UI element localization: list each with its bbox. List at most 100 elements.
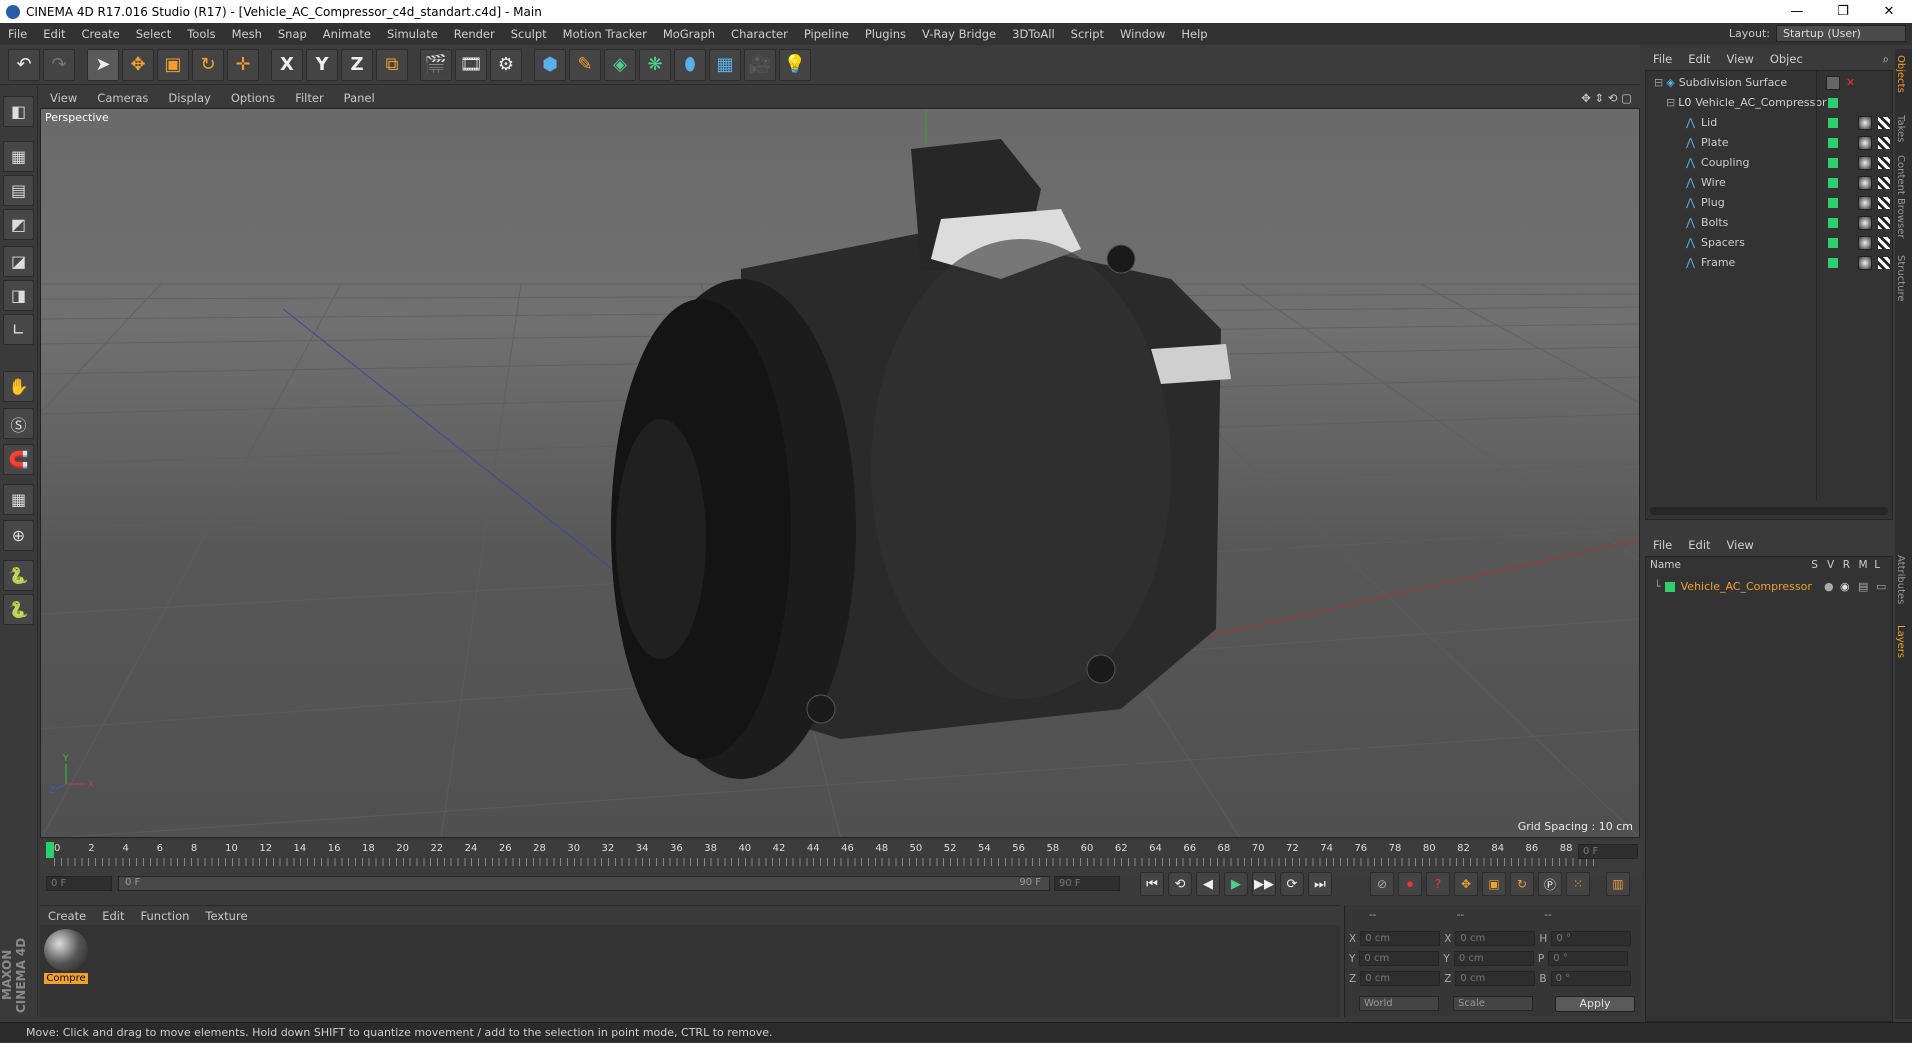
menu-edit[interactable]: Edit	[35, 27, 73, 41]
viewport-menu-view[interactable]: View	[40, 91, 87, 105]
menu-plugins[interactable]: Plugins	[857, 27, 914, 41]
coordinate-system-icon[interactable]: ⧉	[376, 48, 408, 81]
edges-mode-icon[interactable]: ◨	[3, 280, 34, 311]
workplane-icon[interactable]: ◩	[3, 209, 34, 240]
menu-script[interactable]: Script	[1063, 27, 1112, 41]
texture-mode-icon[interactable]: ▤	[3, 175, 34, 206]
layout-dropdown[interactable]: Startup (User)	[1776, 25, 1906, 42]
snapping-icon[interactable]: 🧲	[3, 444, 34, 475]
menu-sculpt[interactable]: Sculpt	[503, 27, 555, 41]
menu-simulate[interactable]: Simulate	[379, 27, 446, 41]
floor-icon[interactable]: ▦	[709, 48, 741, 81]
texture-tag-icon[interactable]	[1878, 116, 1890, 129]
object-row[interactable]: ⋀ Frame	[1646, 253, 1892, 272]
disabled-icon[interactable]: ✕	[1846, 76, 1855, 89]
render-settings-icon[interactable]: ⚙	[490, 48, 522, 81]
rotation-h-field[interactable]: 0 °	[1551, 931, 1632, 946]
lm-menu-edit[interactable]: Edit	[1680, 538, 1718, 552]
texture-tag-icon[interactable]	[1878, 256, 1890, 269]
object-row[interactable]: ⊟ L0 Vehicle_AC_Compressor	[1646, 93, 1892, 112]
end-frame-field[interactable]: 90 F	[1054, 876, 1120, 891]
menu-create[interactable]: Create	[74, 27, 128, 41]
menu-snap[interactable]: Snap	[270, 27, 315, 41]
material-tag-icon[interactable]	[1858, 215, 1872, 230]
play-icon[interactable]: ▶	[1224, 872, 1248, 896]
parameter-key-icon[interactable]: Ⓟ	[1538, 872, 1562, 896]
record-key-icon[interactable]: ⊘	[1370, 872, 1394, 896]
undo-icon[interactable]: ↶	[8, 48, 40, 81]
render-view-icon[interactable]: 🎬	[420, 48, 452, 81]
next-frame-icon[interactable]: ▶▶	[1252, 872, 1276, 896]
go-to-end-icon[interactable]: ⏭	[1308, 872, 1332, 896]
texture-tag-icon[interactable]	[1878, 176, 1890, 189]
lock-workplane-icon[interactable]: ⊕	[3, 520, 34, 551]
scale-key-icon[interactable]: ▣	[1482, 872, 1506, 896]
menu-tools[interactable]: Tools	[179, 27, 223, 41]
x-axis-icon[interactable]: X	[271, 48, 303, 81]
menu-animate[interactable]: Animate	[315, 27, 379, 41]
menu-mograph[interactable]: MoGraph	[655, 27, 723, 41]
render-picture-viewer-icon[interactable]: 🎞	[455, 48, 487, 81]
material-tag-icon[interactable]	[1858, 115, 1872, 130]
point-level-icon[interactable]: ⁙	[1566, 872, 1590, 896]
object-row[interactable]: ⋀ Spacers	[1646, 233, 1892, 252]
points-mode-icon[interactable]: ◪	[3, 246, 34, 277]
size-x-field[interactable]: 0 cm	[1455, 931, 1536, 946]
object-row[interactable]: ⋀ Lid	[1646, 113, 1892, 132]
tweak-icon[interactable]: Ⓢ	[3, 408, 34, 439]
viewport-menu-display[interactable]: Display	[158, 91, 220, 105]
menu-vray-bridge[interactable]: V-Ray Bridge	[914, 27, 1004, 41]
restore-button[interactable]: ❐	[1820, 0, 1866, 23]
scale-tool-icon[interactable]: ▣	[157, 48, 189, 81]
solo-icon[interactable]: ●	[1824, 580, 1834, 593]
object-row[interactable]: ⋀ Plate	[1646, 133, 1892, 152]
subdivision-icon[interactable]: ◈	[604, 48, 636, 81]
texture-tag-icon[interactable]	[1878, 216, 1890, 229]
object-row[interactable]: ⊟ ◈ Subdivision Surface ✕	[1646, 73, 1892, 92]
layer-row[interactable]: └ Vehicle_AC_Compressor ● ◉ ▤ ▭	[1646, 577, 1892, 596]
collapse-icon[interactable]: ⊟	[1654, 76, 1663, 89]
menu-file[interactable]: File	[0, 27, 35, 41]
material-menu-edit[interactable]: Edit	[94, 909, 132, 923]
om-menu-objects[interactable]: Objec	[1762, 52, 1811, 66]
python-script-icon[interactable]: 🐍	[3, 560, 34, 591]
menu-select[interactable]: Select	[128, 27, 179, 41]
material-menu-texture[interactable]: Texture	[197, 909, 255, 923]
size-mode-dropdown[interactable]: Scale	[1453, 996, 1533, 1011]
position-y-field[interactable]: 0 cm	[1359, 951, 1440, 966]
minimize-button[interactable]: —	[1774, 0, 1820, 23]
autokey-icon[interactable]: ⏺	[1398, 872, 1422, 896]
tab-structure[interactable]: Structure	[1895, 255, 1906, 555]
material-tag-icon[interactable]	[1858, 235, 1872, 250]
menu-window[interactable]: Window	[1112, 27, 1173, 41]
material-tag-icon[interactable]	[1858, 195, 1872, 210]
position-key-icon[interactable]: ✥	[1454, 872, 1478, 896]
texture-tag-icon[interactable]	[1878, 136, 1890, 149]
position-x-field[interactable]: 0 cm	[1360, 931, 1441, 946]
redo-icon[interactable]: ↷	[43, 48, 75, 81]
cube-icon[interactable]: ⬢	[534, 48, 566, 81]
material-tag-icon[interactable]	[1858, 255, 1872, 270]
current-frame-field[interactable]: 0 F	[1578, 844, 1638, 859]
select-tool-icon[interactable]: ➤	[87, 48, 119, 81]
layer-color-swatch[interactable]	[1664, 581, 1675, 592]
object-row[interactable]: ⋀ Coupling	[1646, 153, 1892, 172]
pen-icon[interactable]: ✎	[569, 48, 601, 81]
deformer-icon[interactable]: ⬮	[674, 48, 706, 81]
perspective-viewport[interactable]: Y X Z Perspective Grid Spacing : 10 cm	[40, 108, 1640, 838]
render-icon[interactable]: ▤	[1858, 580, 1868, 593]
texture-tag-icon[interactable]	[1878, 156, 1890, 169]
menu-render[interactable]: Render	[446, 27, 503, 41]
go-to-start-icon[interactable]: ⏮	[1140, 872, 1164, 896]
menu-3dtoall[interactable]: 3DToAll	[1004, 27, 1063, 41]
start-frame-field[interactable]: 0 F	[46, 876, 112, 891]
menu-mesh[interactable]: Mesh	[224, 27, 270, 41]
lock-icon[interactable]: ▭	[1876, 580, 1886, 593]
timeline-playhead[interactable]	[46, 842, 54, 858]
menu-character[interactable]: Character	[723, 27, 796, 41]
polygons-mode-icon[interactable]: ∟	[3, 314, 34, 345]
tab-attributes[interactable]: Attributes	[1895, 555, 1906, 625]
tab-takes[interactable]: Takes	[1895, 115, 1906, 155]
material-menu-function[interactable]: Function	[133, 909, 198, 923]
python-script-2-icon[interactable]: 🐍	[3, 594, 34, 625]
